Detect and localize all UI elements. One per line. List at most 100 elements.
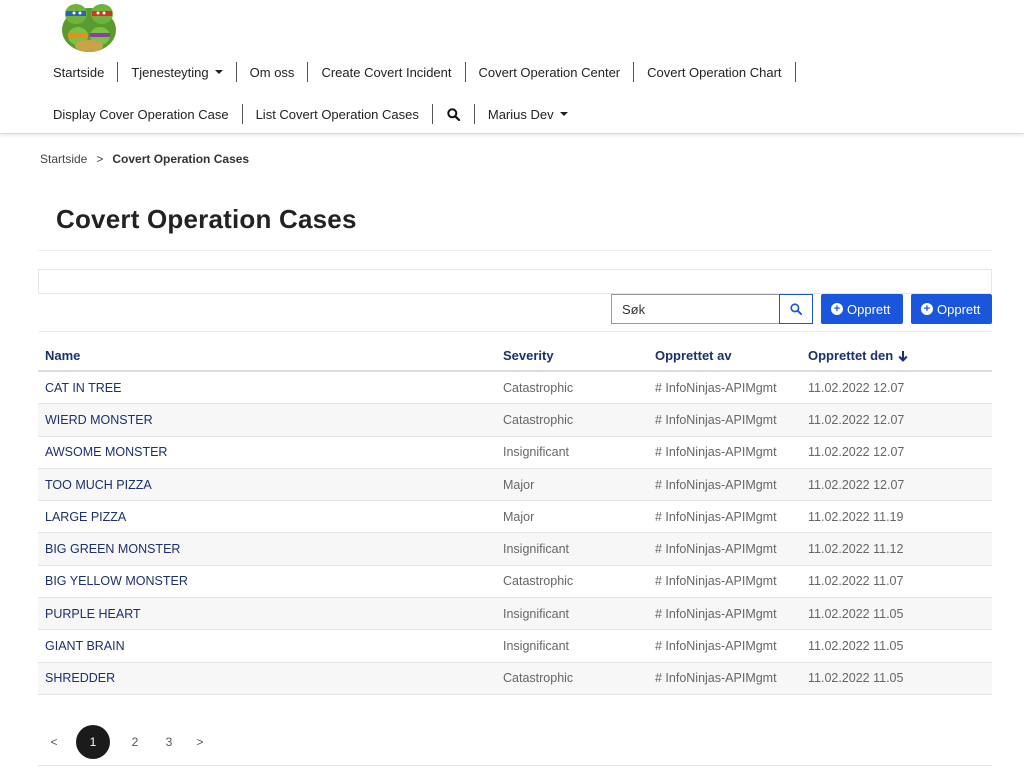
cell-name-link[interactable]: BIG YELLOW MONSTER xyxy=(38,574,496,588)
cell-name-link[interactable]: CAT IN TREE xyxy=(38,381,496,395)
create-button[interactable]: + Opprett xyxy=(821,294,903,324)
create-button-secondary[interactable]: + Opprett xyxy=(911,294,992,324)
pagination-next-button[interactable]: > xyxy=(186,735,214,749)
create-button-label: Opprett xyxy=(937,301,981,317)
table-row: BIG GREEN MONSTER Insignificant # InfoNinj… xyxy=(38,533,992,566)
cell-created-on: 11.02.2022 11.19 xyxy=(808,509,904,524)
nav-search-icon[interactable] xyxy=(433,101,474,127)
table-body: CAT IN TREE Catastrophic # InfoNinjas-APIM… xyxy=(38,372,992,695)
cell-name-link[interactable]: LARGE PIZZA xyxy=(38,510,496,524)
search-icon xyxy=(790,303,802,315)
column-header-created-by[interactable]: Opprettet av xyxy=(648,348,801,363)
table-header: Name Severity Opprettet av Opprettet den xyxy=(38,341,992,372)
caret-down-icon xyxy=(559,112,568,116)
nav-covert-operation-chart[interactable]: Covert Operation Chart xyxy=(634,59,794,85)
cell-name-link[interactable]: WIERD MONSTER xyxy=(38,413,496,427)
cell-created-by: # InfoNinjas-APIMgmt xyxy=(655,477,777,492)
column-header-created-on[interactable]: Opprettet den xyxy=(801,348,992,363)
cell-created-by: # InfoNinjas-APIMgmt xyxy=(655,639,777,654)
cell-created-by: # InfoNinjas-APIMgmt xyxy=(655,574,777,589)
search-bar xyxy=(611,294,813,324)
cell-created-on: 11.02.2022 12.07 xyxy=(808,477,905,492)
page-title: Covert Operation Cases xyxy=(56,204,357,234)
cell-created-by: # InfoNinjas-APIMgmt xyxy=(655,671,777,686)
cell-severity: Catastrophic xyxy=(503,380,574,395)
cell-severity: Insignificant xyxy=(503,445,570,460)
table-row: CAT IN TREE Catastrophic # InfoNinjas-APIM… xyxy=(38,372,992,405)
cell-created-on: 11.02.2022 12.07 xyxy=(808,380,905,395)
nav-divider xyxy=(794,62,796,82)
table-row: AWSOME MONSTER Insignificant # InfoNinjas-… xyxy=(38,437,992,469)
divider xyxy=(38,250,992,251)
cell-name-link[interactable]: TOO MUCH PIZZA xyxy=(38,478,496,492)
nav-label: Startside xyxy=(53,64,105,80)
table-row: WIERD MONSTER Catastrophic # InfoNinjas-AP… xyxy=(38,404,992,437)
table-row: PURPLE HEART Insignificant # InfoNinjas-AP… xyxy=(38,598,992,631)
cell-created-on: 11.02.2022 11.05 xyxy=(808,606,904,621)
search-input[interactable] xyxy=(611,294,779,324)
nav-label: Display Cover Operation Case xyxy=(53,106,229,122)
table-row: TOO MUCH PIZZA Major # InfoNinjas-APIMgmt 1… xyxy=(38,468,992,502)
cell-created-by: # InfoNinjas-APIMgmt xyxy=(655,445,777,460)
nav-display-cover-operation-case[interactable]: Display Cover Operation Case xyxy=(40,101,242,127)
cell-created-by: # InfoNinjas-APIMgmt xyxy=(655,412,777,427)
cell-severity: Catastrophic xyxy=(503,412,574,427)
user-menu-label: Marius Dev xyxy=(487,106,554,122)
cell-severity: Insignificant xyxy=(503,639,570,654)
column-header-severity[interactable]: Severity xyxy=(496,348,648,363)
table-row: SHREDDER Catastrophic # InfoNinjas-APIMgmt… xyxy=(38,662,992,695)
table-row: GIANT BRAIN Insignificant # InfoNinjas-API… xyxy=(38,630,992,663)
nav-list-covert-operation-cases[interactable]: List Covert Operation Cases xyxy=(243,101,432,127)
cell-name-link[interactable]: BIG GREEN MONSTER xyxy=(38,542,496,556)
cell-created-by: # InfoNinjas-APIMgmt xyxy=(655,509,777,524)
nav-label: Create Covert Incident xyxy=(321,64,452,80)
nav-tjenesteyting-dropdown[interactable]: Tjenesteyting xyxy=(118,59,235,85)
nav-label: Covert Operation Center xyxy=(478,64,621,80)
nav-covert-operation-center[interactable]: Covert Operation Center xyxy=(466,59,634,85)
cell-created-on: 11.02.2022 11.12 xyxy=(808,542,904,557)
nav-create-covert-incident[interactable]: Create Covert Incident xyxy=(308,59,464,85)
nav-startside[interactable]: Startside xyxy=(40,59,117,85)
cell-created-on: 11.02.2022 11.07 xyxy=(808,574,904,589)
sort-desc-arrow-icon xyxy=(898,350,908,361)
cell-created-on: 11.02.2022 12.07 xyxy=(808,412,905,427)
nav-label: List Covert Operation Cases xyxy=(255,106,419,122)
cell-name-link[interactable]: PURPLE HEART xyxy=(38,607,496,621)
cell-created-on: 11.02.2022 12.07 xyxy=(808,445,905,460)
nav-om-oss[interactable]: Om oss xyxy=(237,59,308,85)
pagination-page-1[interactable]: 1 xyxy=(76,725,110,759)
nav-label: Tjenesteyting xyxy=(131,64,209,80)
cell-severity: Major xyxy=(503,509,535,524)
breadcrumb: Startside > Covert Operation Cases xyxy=(40,152,249,166)
main-nav-row-1: Startside Tjenesteyting Om oss Create Co… xyxy=(40,59,796,85)
cell-severity: Catastrophic xyxy=(503,671,574,686)
pagination-page-3[interactable]: 3 xyxy=(152,735,186,749)
pagination-page-2[interactable]: 2 xyxy=(118,735,152,749)
search-button[interactable] xyxy=(779,294,813,324)
divider xyxy=(38,765,992,766)
cell-name-link[interactable]: SHREDDER xyxy=(38,671,496,685)
breadcrumb-home-link[interactable]: Startside xyxy=(40,152,87,166)
turtle-logo-icon[interactable] xyxy=(58,0,120,54)
filter-panel xyxy=(38,269,992,294)
create-button-label: Opprett xyxy=(847,301,891,317)
plus-circle-icon: + xyxy=(831,303,843,315)
nav-label: Covert Operation Chart xyxy=(647,64,782,80)
breadcrumb-current: Covert Operation Cases xyxy=(112,152,250,166)
cell-created-on: 11.02.2022 11.05 xyxy=(808,671,904,686)
breadcrumb-separator: > xyxy=(96,152,104,166)
column-header-name[interactable]: Name xyxy=(38,348,496,363)
cell-severity: Catastrophic xyxy=(503,574,574,589)
cell-severity: Insignificant xyxy=(503,542,570,557)
cell-severity: Major xyxy=(503,477,535,492)
cell-name-link[interactable]: GIANT BRAIN xyxy=(38,639,496,653)
caret-down-icon xyxy=(214,70,223,74)
site-header: Startside Tjenesteyting Om oss Create Co… xyxy=(0,0,1024,134)
user-menu-dropdown[interactable]: Marius Dev xyxy=(475,101,581,127)
table-row: BIG YELLOW MONSTER Catastrophic # InfoNinj… xyxy=(38,566,992,599)
cases-table: Name Severity Opprettet av Opprettet den… xyxy=(38,341,992,695)
cell-name-link[interactable]: AWSOME MONSTER xyxy=(38,445,496,459)
cell-created-on: 11.02.2022 11.05 xyxy=(808,639,904,654)
table-row: LARGE PIZZA Major # InfoNinjas-APIMgmt 11.0… xyxy=(38,501,992,534)
pagination-prev-button[interactable]: < xyxy=(40,735,68,749)
